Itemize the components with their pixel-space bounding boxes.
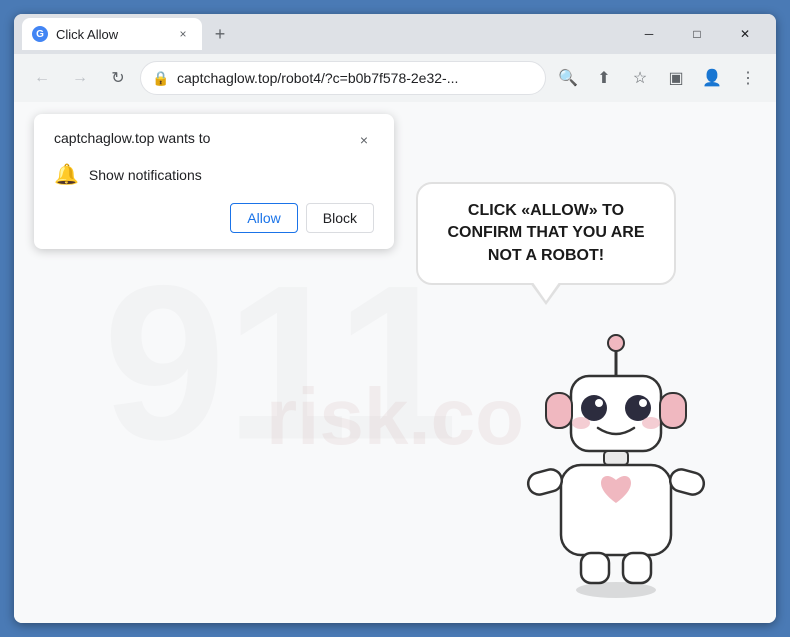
allow-button[interactable]: Allow <box>230 203 297 233</box>
toolbar: ← → ↻ 🔒 captchaglow.top/robot4/?c=b0b7f5… <box>14 54 776 102</box>
bg-watermark: 911 <box>103 236 458 489</box>
lock-icon: 🔒 <box>153 70 169 86</box>
bookmark-icon[interactable]: ☆ <box>624 62 656 94</box>
maximize-button[interactable]: □ <box>674 18 720 50</box>
tab-close-button[interactable]: × <box>174 25 192 43</box>
back-button[interactable]: ← <box>26 62 58 94</box>
browser-window: G Click Allow × + ─ □ ✕ ← → ↻ 🔒 captchag… <box>14 14 776 623</box>
close-button[interactable]: ✕ <box>722 18 768 50</box>
popup-buttons: Allow Block <box>54 203 374 233</box>
popup-notification-row: 🔔 Show notifications <box>54 162 374 187</box>
new-tab-button[interactable]: + <box>206 20 234 48</box>
minimize-button[interactable]: ─ <box>626 18 672 50</box>
watermark: risk.co <box>266 371 524 463</box>
popup-close-button[interactable]: × <box>354 130 374 150</box>
tab-favicon: G <box>32 26 48 42</box>
split-view-icon[interactable]: ▣ <box>660 62 692 94</box>
bubble-text: CLICK «ALLOW» TO CONFIRM THAT YOU ARE NO… <box>447 202 644 264</box>
robot-illustration <box>516 318 716 603</box>
page-content: risk.co 911 captchaglow.top wants to × 🔔… <box>14 102 776 623</box>
title-bar: G Click Allow × + ─ □ ✕ <box>14 14 776 54</box>
bell-icon: 🔔 <box>54 162 79 187</box>
notification-popup: captchaglow.top wants to × 🔔 Show notifi… <box>34 114 394 249</box>
window-controls: ─ □ ✕ <box>626 18 768 50</box>
refresh-button[interactable]: ↻ <box>102 62 134 94</box>
forward-button[interactable]: → <box>64 62 96 94</box>
block-button[interactable]: Block <box>306 203 374 233</box>
url-text: captchaglow.top/robot4/?c=b0b7f578-2e32-… <box>177 70 533 86</box>
profile-icon[interactable]: 👤 <box>696 62 728 94</box>
share-icon[interactable]: ⬆ <box>588 62 620 94</box>
notification-label: Show notifications <box>89 167 202 183</box>
address-bar[interactable]: 🔒 captchaglow.top/robot4/?c=b0b7f578-2e3… <box>140 61 546 95</box>
search-icon[interactable]: 🔍 <box>552 62 584 94</box>
tab-title: Click Allow <box>56 27 166 42</box>
popup-header: captchaglow.top wants to × <box>54 130 374 150</box>
speech-bubble: CLICK «ALLOW» TO CONFIRM THAT YOU ARE NO… <box>416 182 676 285</box>
popup-title: captchaglow.top wants to <box>54 130 210 146</box>
browser-tab[interactable]: G Click Allow × <box>22 18 202 50</box>
toolbar-right: 🔍 ⬆ ☆ ▣ 👤 ⋮ <box>552 62 764 94</box>
menu-icon[interactable]: ⋮ <box>732 62 764 94</box>
